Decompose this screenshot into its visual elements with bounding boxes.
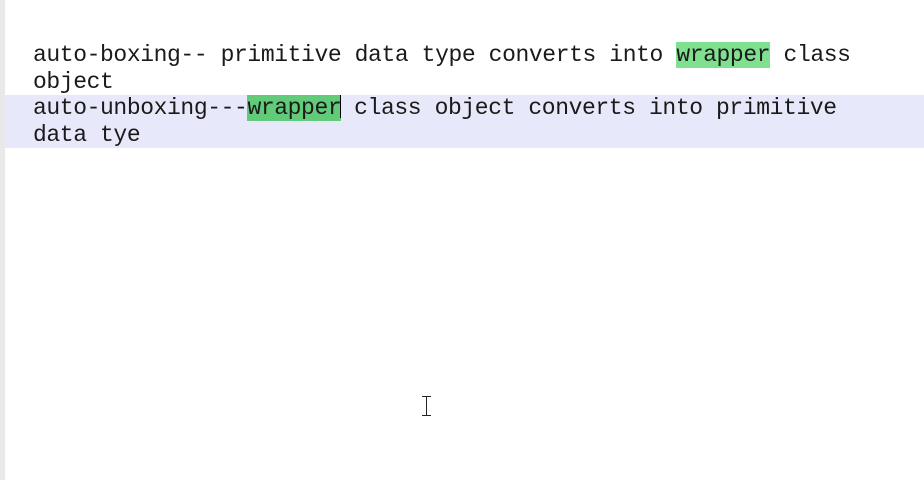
text-line-2-current[interactable]: auto-unboxing---wrapper class object con… [5,95,924,148]
text-editor[interactable]: auto-boxing-- primitive data type conver… [5,0,924,480]
line-1-text-before: auto-boxing-- primitive data type conver… [33,42,677,68]
text-line-1[interactable]: auto-boxing-- primitive data type conver… [5,42,883,95]
active-search-match-highlight: wrapper [247,95,342,121]
document-text[interactable]: auto-boxing-- primitive data type conver… [5,42,924,148]
line-2-text-before: auto-unboxing--- [33,95,248,121]
search-match-highlight: wrapper [676,42,771,68]
i-beam-cursor-icon [422,396,431,416]
